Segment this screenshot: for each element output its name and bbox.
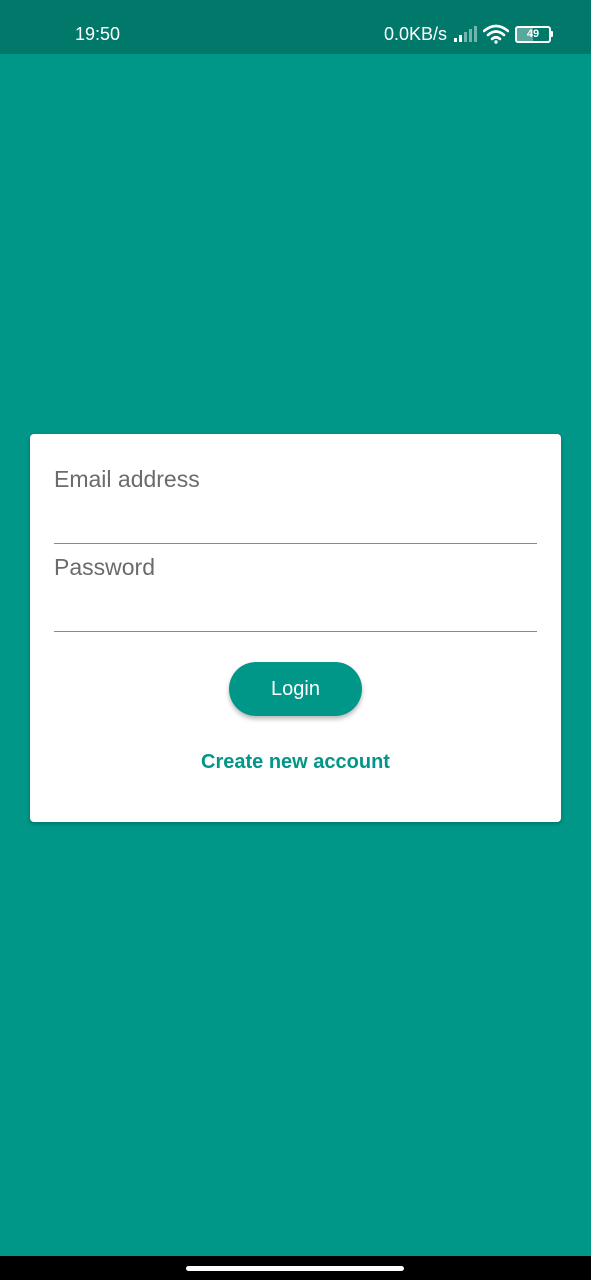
- login-button[interactable]: Login: [229, 662, 362, 716]
- signal-bars-icon: [454, 26, 477, 42]
- battery-icon: 49: [515, 25, 553, 43]
- battery-tip: [551, 31, 553, 37]
- network-speed: 0.0KB/s: [383, 24, 447, 44]
- status-icons: 0.0KB/s 49: [384, 22, 553, 46]
- password-field-container: [54, 547, 537, 635]
- navigation-bar: [0, 1256, 591, 1280]
- password-field[interactable]: [54, 547, 537, 632]
- battery-body: 49: [515, 26, 551, 43]
- status-bar: 19:50 0.0KB/s 49: [0, 0, 591, 54]
- login-card: Login Create new account: [30, 434, 561, 822]
- email-field[interactable]: [54, 459, 537, 544]
- battery-percentage: 49: [526, 28, 540, 40]
- home-indicator[interactable]: [186, 1266, 404, 1271]
- status-time: 19:50: [75, 24, 121, 44]
- email-field-container: [54, 459, 537, 547]
- wifi-icon: [483, 24, 509, 44]
- create-account-link[interactable]: Create new account: [30, 748, 561, 776]
